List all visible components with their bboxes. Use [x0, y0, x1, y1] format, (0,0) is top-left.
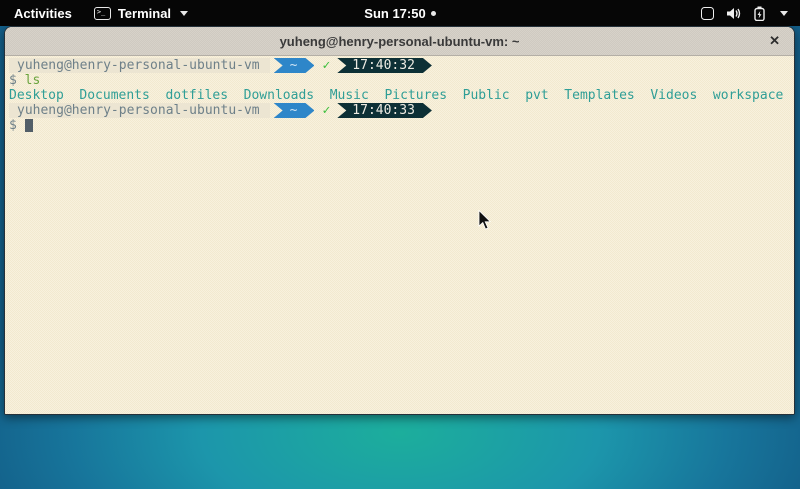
mouse-pointer	[478, 210, 493, 231]
app-menu-terminal[interactable]: >_ Terminal	[94, 6, 188, 21]
terminal-icon: >_	[94, 7, 111, 20]
window-titlebar[interactable]: yuheng@henry-personal-ubuntu-vm: ~ ✕	[5, 27, 794, 56]
ls-item: Public	[463, 88, 510, 103]
ls-item: Templates	[564, 88, 634, 103]
prompt-cwd-flag: ~	[274, 58, 315, 73]
command-line: $ ls	[9, 73, 794, 88]
current-input-line[interactable]: $	[9, 118, 794, 133]
ls-item: Downloads	[244, 88, 314, 103]
prompt-user-host: yuheng@henry-personal-ubuntu-vm	[9, 103, 270, 118]
ls-item: Videos	[650, 88, 697, 103]
prompt-time-flag: 17:40:32	[337, 58, 432, 73]
window-title: yuheng@henry-personal-ubuntu-vm: ~	[280, 34, 520, 49]
ls-output-line: Desktop Documents dotfiles Downloads Mus…	[9, 88, 794, 103]
terminal-window: yuheng@henry-personal-ubuntu-vm: ~ ✕ yuh…	[4, 26, 795, 415]
activities-button[interactable]: Activities	[14, 6, 72, 21]
system-status-area[interactable]	[701, 0, 800, 26]
app-menu-label: Terminal	[118, 6, 171, 21]
notification-dot-icon	[431, 11, 436, 16]
prompt-symbol: $	[9, 118, 17, 133]
prompt-user-host: yuheng@henry-personal-ubuntu-vm	[9, 58, 270, 73]
prompt-line-2: yuheng@henry-personal-ubuntu-vm ~ ✓ 17:4…	[9, 103, 794, 118]
volume-icon	[727, 7, 741, 20]
close-button[interactable]: ✕	[769, 27, 780, 55]
prompt-status-check-icon: ✓	[322, 103, 330, 118]
ls-item: Pictures	[384, 88, 447, 103]
screencast-icon	[701, 7, 714, 20]
prompt-status-check-icon: ✓	[322, 58, 330, 73]
clock[interactable]: Sun 17:50	[364, 6, 425, 21]
text-cursor	[25, 119, 33, 132]
typed-command: ls	[25, 73, 41, 88]
ls-item: Music	[330, 88, 369, 103]
ls-item: dotfiles	[165, 88, 228, 103]
terminal-content[interactable]: yuheng@henry-personal-ubuntu-vm ~ ✓ 17:4…	[5, 56, 794, 415]
battery-charging-icon	[754, 6, 765, 21]
prompt-symbol: $	[9, 73, 17, 88]
chevron-down-icon	[780, 11, 788, 16]
ls-item: Desktop	[9, 88, 64, 103]
ls-item: workspace	[713, 88, 783, 103]
prompt-cwd-flag: ~	[274, 103, 315, 118]
ls-item: Documents	[79, 88, 149, 103]
prompt-line-1: yuheng@henry-personal-ubuntu-vm ~ ✓ 17:4…	[9, 58, 794, 73]
prompt-time-flag: 17:40:33	[337, 103, 432, 118]
ls-item: pvt	[525, 88, 548, 103]
gnome-top-bar: Activities >_ Terminal Sun 17:50	[0, 0, 800, 26]
caret-down-icon	[180, 11, 188, 16]
